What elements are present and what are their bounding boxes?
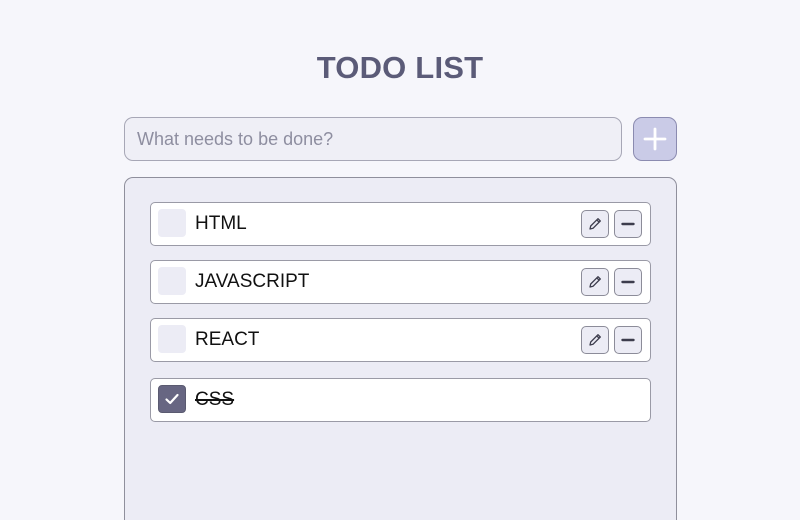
minus-icon bbox=[620, 274, 636, 290]
plus-icon bbox=[643, 127, 667, 151]
pencil-icon bbox=[587, 216, 603, 232]
checkmark-icon bbox=[163, 390, 181, 408]
edit-button[interactable] bbox=[581, 268, 609, 296]
todo-checkbox[interactable] bbox=[158, 267, 186, 295]
todo-label: JAVASCRIPT bbox=[195, 271, 310, 292]
page-title: TODO LIST bbox=[316, 50, 484, 85]
new-todo-row bbox=[124, 117, 677, 161]
pencil-icon bbox=[587, 332, 603, 348]
new-todo-input[interactable] bbox=[124, 117, 622, 161]
todo-app: TODO LIST HTML bbox=[0, 0, 800, 520]
minus-icon bbox=[620, 216, 636, 232]
edit-button[interactable] bbox=[581, 326, 609, 354]
edit-button[interactable] bbox=[581, 210, 609, 238]
todo-checkbox-checked[interactable] bbox=[158, 385, 186, 413]
pencil-icon bbox=[587, 274, 603, 290]
add-todo-button[interactable] bbox=[633, 117, 677, 161]
todo-list: HTML JAVASCRIPT REACT CSS bbox=[124, 177, 677, 520]
todo-checkbox[interactable] bbox=[158, 325, 186, 353]
delete-button[interactable] bbox=[614, 268, 642, 296]
todo-item: REACT bbox=[150, 318, 651, 362]
todo-label: REACT bbox=[195, 329, 260, 350]
todo-item: HTML bbox=[150, 202, 651, 246]
todo-label: HTML bbox=[195, 213, 247, 234]
todo-checkbox[interactable] bbox=[158, 209, 186, 237]
minus-icon bbox=[620, 332, 636, 348]
delete-button[interactable] bbox=[614, 210, 642, 238]
delete-button[interactable] bbox=[614, 326, 642, 354]
todo-item: JAVASCRIPT bbox=[150, 260, 651, 304]
todo-item-completed: CSS bbox=[150, 378, 651, 422]
todo-label-completed: CSS bbox=[195, 389, 235, 410]
